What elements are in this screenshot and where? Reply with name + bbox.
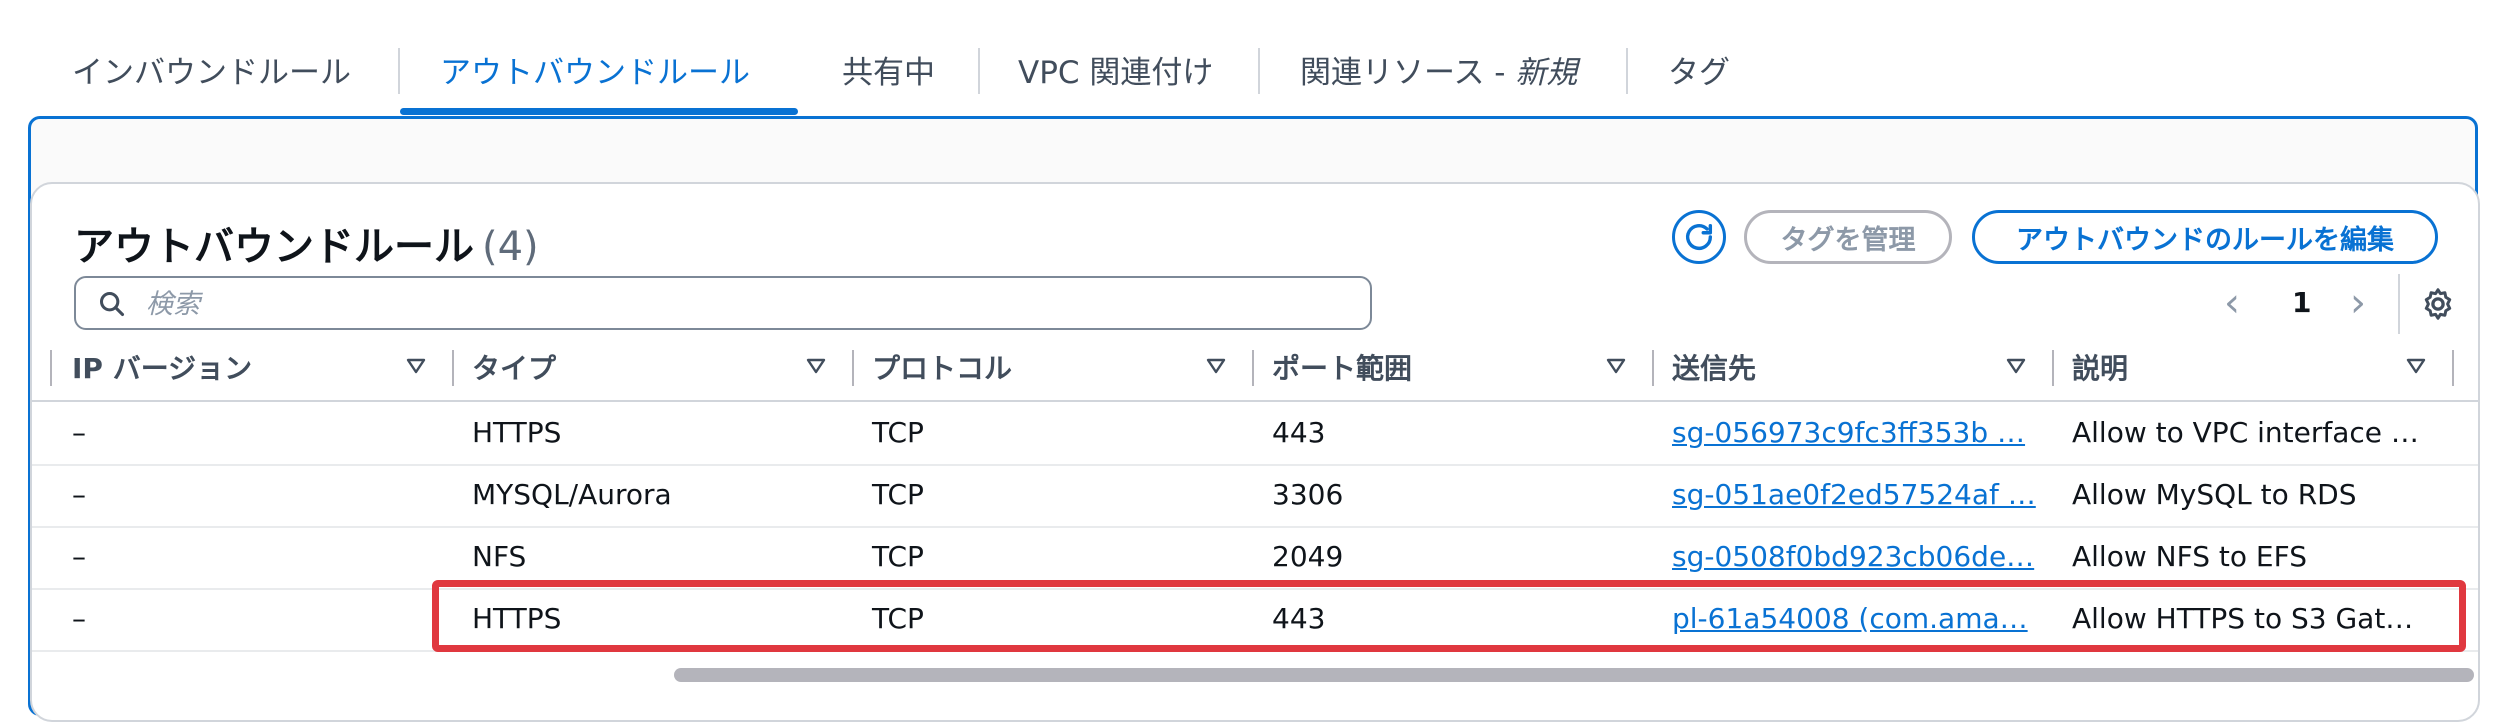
current-page[interactable]: 1 xyxy=(2292,286,2311,319)
tab-related-resources[interactable]: 関連リソース - 新規 xyxy=(1270,50,1607,96)
manage-tags-button[interactable]: タグを管理 xyxy=(1744,210,1952,264)
table-row: – NFS TCP 2049 sg-0508f0bd923cb06de… All… xyxy=(32,526,2478,590)
rule-count: (4) xyxy=(482,224,539,270)
column-header-destination[interactable]: 送信先 xyxy=(1652,334,2052,400)
pagination: ‹ 1 › xyxy=(2202,274,2462,334)
tab-label: タグ xyxy=(1668,55,1730,91)
column-header-port-range[interactable]: ポート範囲 xyxy=(1252,334,1652,400)
cell-type: NFS xyxy=(472,540,527,573)
tab-label: 関連リソース - xyxy=(1300,55,1516,91)
column-header-label: ポート範囲 xyxy=(1272,352,1413,385)
sort-caret-icon xyxy=(2006,358,2026,374)
outbound-rules-container: アウトバウンドルール(4) タグを管理 アウトバウンドのルールを編集 ‹ 1 ›… xyxy=(30,182,2480,722)
cell-port-range: 3306 xyxy=(1272,478,1344,511)
panel-title: アウトバウンドルール (4) xyxy=(74,214,539,272)
edit-outbound-rules-button[interactable]: アウトバウンドのルールを編集 xyxy=(1972,210,2438,264)
gear-icon[interactable] xyxy=(2420,286,2456,322)
column-header-protocol[interactable]: プロトコル xyxy=(852,334,1252,400)
panel-title-text: アウトバウンドルール xyxy=(74,224,474,270)
chevron-left-icon[interactable]: ‹ xyxy=(2224,280,2240,326)
cell-ip-version: – xyxy=(72,602,86,635)
cell-protocol: TCP xyxy=(872,602,924,635)
cell-protocol: TCP xyxy=(872,540,924,573)
sort-caret-icon xyxy=(1606,358,1626,374)
destination-link[interactable]: pl-61a54008 (com.ama… xyxy=(1652,588,2042,650)
refresh-icon xyxy=(1685,223,1713,250)
search-icon xyxy=(99,291,125,317)
table-row: – HTTPS TCP 443 pl-61a54008 (com.ama… Al… xyxy=(32,588,2478,652)
cell-ip-version: – xyxy=(72,416,86,449)
cell-protocol: TCP xyxy=(872,416,924,449)
destination-link[interactable]: sg-051ae0f2ed57524af … xyxy=(1652,464,2042,526)
column-header-ip-version[interactable]: IP バージョン xyxy=(52,334,452,400)
cell-port-range: 443 xyxy=(1272,602,1326,635)
cell-description: Allow NFS to EFS xyxy=(2072,540,2307,573)
cell-port-range: 443 xyxy=(1272,416,1326,449)
tab-separator xyxy=(1258,48,1260,94)
pager-separator xyxy=(2398,274,2400,334)
cell-type: MYSQL/Aurora xyxy=(472,478,672,511)
cell-description: Allow HTTPS to S3 Gat… xyxy=(2072,602,2414,635)
tab-label: アウトバウンドルール xyxy=(440,55,750,91)
tab-tags[interactable]: タグ xyxy=(1638,50,1760,96)
table-row: – HTTPS TCP 443 sg-056973c9fc3ff353b … A… xyxy=(32,402,2478,466)
cell-type: HTTPS xyxy=(472,416,562,449)
tab-label: VPC 関連付け xyxy=(1018,55,1214,91)
destination-link[interactable]: sg-056973c9fc3ff353b … xyxy=(1652,402,2042,464)
refresh-button[interactable] xyxy=(1672,210,1726,264)
tab-label: インバウンドルール xyxy=(72,55,351,91)
destination-link[interactable]: sg-0508f0bd923cb06de… xyxy=(1652,526,2042,588)
cell-description: Allow MySQL to RDS xyxy=(2072,478,2357,511)
cell-port-range: 2049 xyxy=(1272,540,1344,573)
sort-caret-icon xyxy=(806,358,826,374)
sort-caret-icon xyxy=(1206,358,1226,374)
table-header: IP バージョン タイプ プロトコル ポート範囲 送信先 説明 xyxy=(32,334,2478,402)
table-row: – MYSQL/Aurora TCP 3306 sg-051ae0f2ed575… xyxy=(32,464,2478,528)
tab-separator xyxy=(1626,48,1628,94)
chevron-right-icon[interactable]: › xyxy=(2350,280,2366,326)
column-header-label: IP バージョン xyxy=(72,352,253,385)
cell-ip-version: – xyxy=(72,478,86,511)
column-header-label: プロトコル xyxy=(872,352,1013,385)
column-header-label: 説明 xyxy=(2072,352,2129,385)
column-separator xyxy=(2452,350,2454,386)
active-tab-indicator xyxy=(400,108,798,115)
tab-vpc-associations[interactable]: VPC 関連付け xyxy=(988,50,1243,96)
tab-separator xyxy=(398,48,400,94)
cell-ip-version: – xyxy=(72,540,86,573)
column-header-type[interactable]: タイプ xyxy=(452,334,852,400)
horizontal-scrollbar-thumb[interactable] xyxy=(674,668,2474,682)
sort-caret-icon xyxy=(2406,358,2426,374)
search-input[interactable] xyxy=(144,284,1348,324)
column-header-label: 送信先 xyxy=(1672,352,1757,385)
tab-separator xyxy=(978,48,980,94)
cell-type: HTTPS xyxy=(472,602,562,635)
tab-label: 共有中 xyxy=(842,55,935,91)
tab-inbound-rules[interactable]: インバウンドルール xyxy=(42,50,381,96)
sort-caret-icon xyxy=(406,358,426,374)
tab-outbound-rules[interactable]: アウトバウンドルール xyxy=(410,50,780,96)
tab-bar: インバウンドルール アウトバウンドルール 共有中 VPC 関連付け 関連リソース… xyxy=(32,40,2482,116)
column-header-label: タイプ xyxy=(472,352,557,385)
column-header-description[interactable]: 説明 xyxy=(2052,334,2452,400)
cell-description: Allow to VPC interface … xyxy=(2072,416,2419,449)
new-badge: 新規 xyxy=(1515,55,1578,91)
cell-protocol: TCP xyxy=(872,478,924,511)
tab-sharing[interactable]: 共有中 xyxy=(812,50,965,96)
search-field[interactable] xyxy=(74,276,1372,330)
